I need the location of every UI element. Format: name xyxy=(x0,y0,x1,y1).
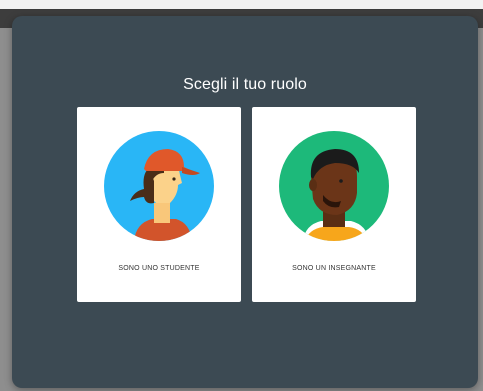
teacher-avatar-icon xyxy=(279,131,389,241)
teacher-role-label: SONO UN INSEGNANTE xyxy=(292,265,376,272)
teacher-role-card[interactable]: SONO UN INSEGNANTE xyxy=(252,107,416,302)
student-role-card[interactable]: SONO UNO STUDENTE xyxy=(77,107,241,302)
role-selection-dialog: Scegli il tuo ruolo SONO UNO STUDENTE SO… xyxy=(12,16,478,388)
backdrop-top-strip xyxy=(0,0,483,9)
student-role-label: SONO UNO STUDENTE xyxy=(118,265,200,272)
dialog-title: Scegli il tuo ruolo xyxy=(183,76,307,93)
student-avatar-icon xyxy=(104,131,214,241)
